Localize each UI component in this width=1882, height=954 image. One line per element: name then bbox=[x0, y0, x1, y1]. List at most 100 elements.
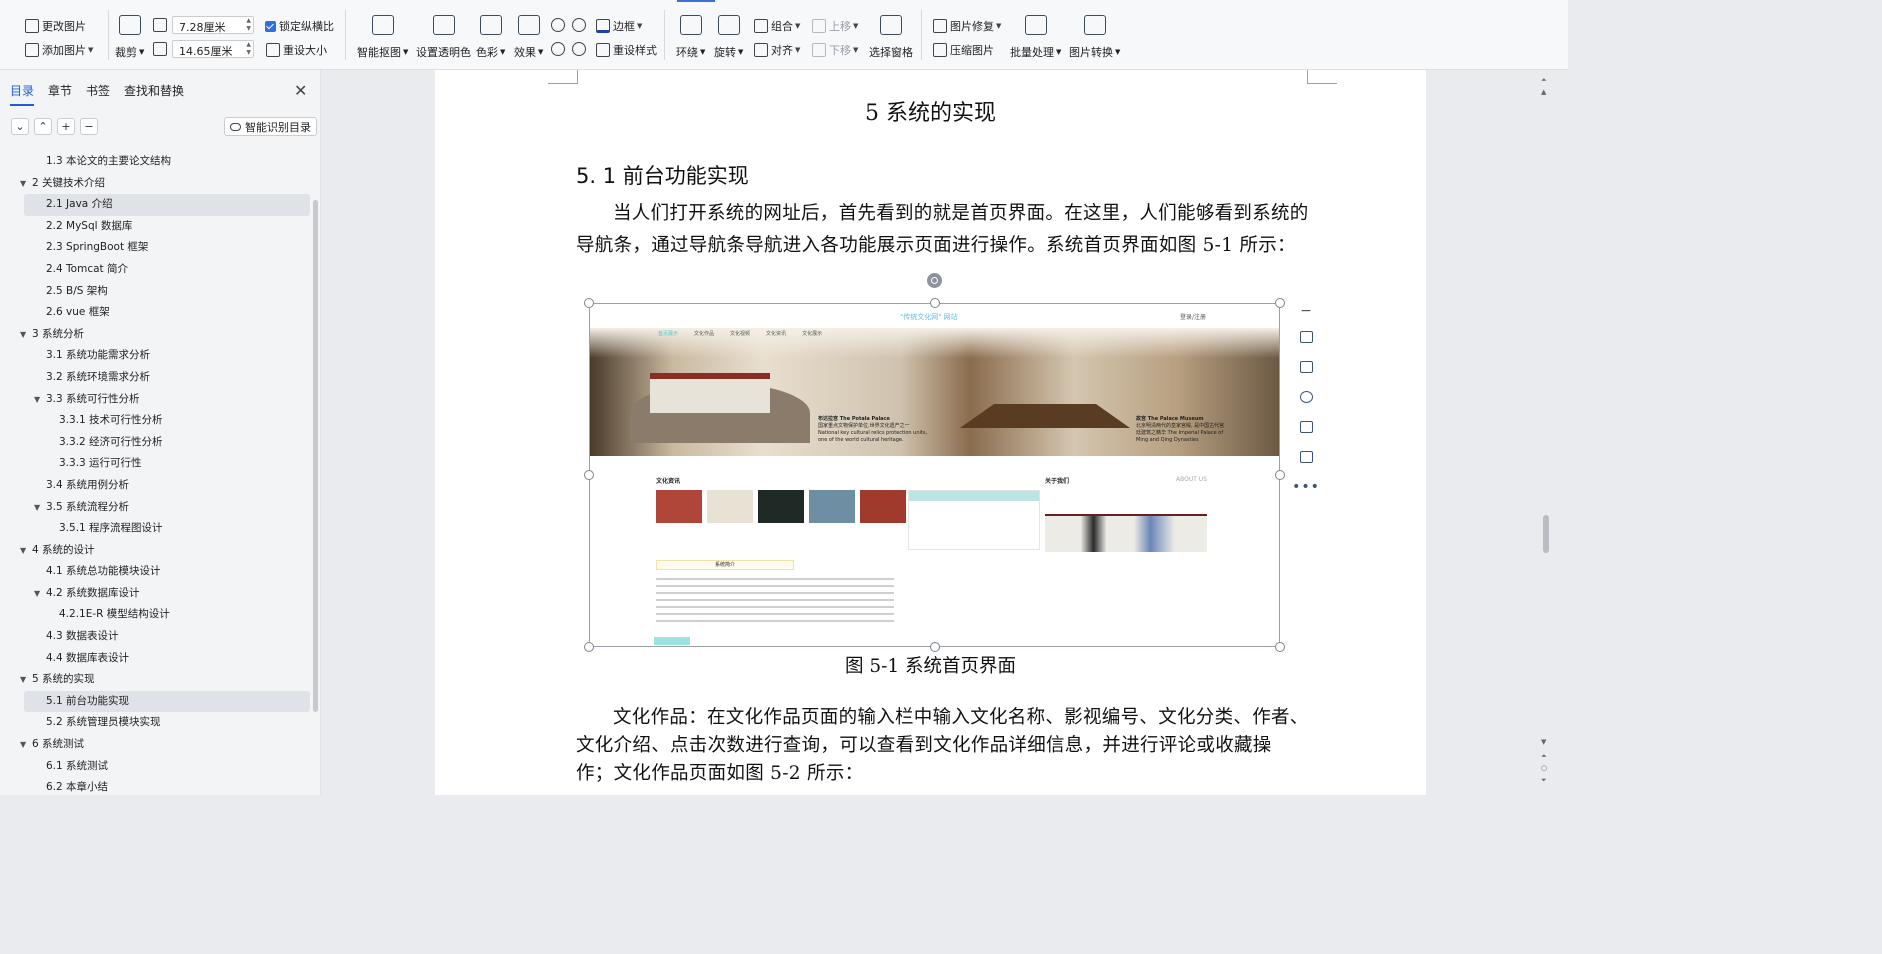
toc-item[interactable]: 3.3.1 技术可行性分析 bbox=[0, 410, 312, 432]
zoom-in-icon[interactable] bbox=[1294, 385, 1318, 409]
reset-style-button[interactable]: 重设样式 bbox=[596, 42, 657, 58]
toc-item[interactable]: 4.3 数据表设计 bbox=[0, 626, 312, 648]
resize-handle[interactable] bbox=[584, 298, 594, 308]
toc-item[interactable]: 4.1 系统总功能模块设计 bbox=[0, 561, 312, 583]
resize-handle[interactable] bbox=[1275, 470, 1285, 480]
crop-icon[interactable] bbox=[1294, 355, 1318, 379]
chevron-down-icon[interactable]: ⌄ bbox=[11, 118, 29, 135]
resize-handle[interactable] bbox=[930, 642, 940, 652]
lock-ratio-checkbox[interactable]: 锁定纵横比 bbox=[265, 18, 334, 34]
rotate-handle[interactable] bbox=[927, 273, 942, 288]
expand-triangle-icon[interactable]: ▼ bbox=[34, 389, 40, 411]
tab-toc[interactable]: 目录 bbox=[10, 82, 35, 106]
expand-triangle-icon[interactable]: ▼ bbox=[20, 324, 26, 346]
brightness-down-button[interactable] bbox=[551, 42, 568, 56]
toc-item[interactable]: 6.2 本章小结 bbox=[0, 777, 312, 799]
toc-item[interactable]: 2.2 MySql 数据库 bbox=[0, 216, 312, 238]
color-button[interactable]: 色彩 ▼ bbox=[476, 15, 505, 60]
move-up-button[interactable]: 上移 ▼ bbox=[812, 18, 858, 34]
scroll-up-icon[interactable]: ▲ bbox=[1541, 88, 1546, 96]
previous-page-icon[interactable]: ⏶ bbox=[1541, 752, 1547, 761]
smart-matting-button[interactable]: 智能抠图 ▼ bbox=[357, 15, 408, 60]
tab-bookmarks[interactable]: 书签 bbox=[86, 82, 110, 106]
tab-chapters[interactable]: 章节 bbox=[48, 82, 72, 106]
batch-process-button[interactable]: 批量处理 ▼ bbox=[1010, 15, 1061, 60]
compress-picture-button[interactable]: 压缩图片 bbox=[933, 42, 994, 58]
toc-item[interactable]: 3.4 系统用例分析 bbox=[0, 475, 312, 497]
expand-triangle-icon[interactable]: ▼ bbox=[20, 669, 26, 691]
toc-item[interactable]: 4.4 数据库表设计 bbox=[0, 648, 312, 670]
scroll-top-icon[interactable]: ⏶ bbox=[1541, 76, 1547, 85]
toc-item[interactable]: ▼ 5 系统的实现 bbox=[0, 669, 312, 691]
resize-handle[interactable] bbox=[584, 642, 594, 652]
toc-item[interactable]: 2.1 Java 介绍 bbox=[24, 194, 310, 216]
expand-triangle-icon[interactable]: ▼ bbox=[34, 497, 40, 519]
plus-icon[interactable]: + bbox=[57, 118, 75, 135]
toc-item[interactable]: 4.2.1E-R 模型结构设计 bbox=[0, 604, 312, 626]
toc-item[interactable]: 1.3 本论文的主要论文结构 bbox=[0, 151, 312, 173]
extract-text-icon[interactable] bbox=[1294, 445, 1318, 469]
navigation-scrollbar[interactable] bbox=[313, 200, 318, 712]
document-scrollbar[interactable]: ⏶ ▲ ▼ ⏶ ○ ⏷ bbox=[1538, 70, 1568, 795]
next-page-icon[interactable]: ⏷ bbox=[1541, 776, 1547, 785]
rotate-button[interactable]: 旋转 ▼ bbox=[714, 15, 743, 60]
toc-item[interactable]: 3.1 系统功能需求分析 bbox=[0, 345, 312, 367]
resize-handle[interactable] bbox=[584, 470, 594, 480]
brightness-up-button[interactable] bbox=[551, 18, 568, 32]
align-button[interactable]: 对齐 ▼ bbox=[754, 42, 800, 58]
scroll-down-icon[interactable]: ▼ bbox=[1541, 738, 1546, 746]
scrollbar-thumb[interactable] bbox=[1543, 515, 1549, 553]
toc-item[interactable]: 2.6 vue 框架 bbox=[0, 302, 312, 324]
height-input[interactable]: 14.65厘米 ▲ ▼ bbox=[172, 40, 254, 58]
resize-handle[interactable] bbox=[1275, 298, 1285, 308]
resize-handle[interactable] bbox=[930, 298, 940, 308]
effects-button[interactable]: 效果 ▼ bbox=[514, 15, 543, 60]
expand-triangle-icon[interactable]: ▼ bbox=[20, 734, 26, 756]
tab-find-replace[interactable]: 查找和替换 bbox=[124, 82, 184, 106]
toc-item[interactable]: ▼ 2 关键技术介绍 bbox=[0, 173, 312, 195]
wrap-layout-icon[interactable] bbox=[1294, 325, 1318, 349]
close-icon[interactable]: ✕ bbox=[294, 81, 307, 100]
border-button[interactable]: 边框 ▼ bbox=[596, 18, 642, 34]
collapse-icon[interactable]: − bbox=[1294, 299, 1318, 323]
toc-item[interactable]: 2.5 B/S 架构 bbox=[0, 281, 312, 303]
chevron-up-icon[interactable]: ⌃ bbox=[34, 118, 52, 135]
toc-item[interactable]: ▼ 3.3 系统可行性分析 bbox=[0, 389, 312, 411]
toc-item[interactable]: 6.1 系统测试 bbox=[0, 756, 312, 778]
expand-triangle-icon[interactable]: ▼ bbox=[20, 540, 26, 562]
wrap-button[interactable]: 环绕 ▼ bbox=[676, 15, 705, 60]
width-input[interactable]: 7.28厘米 ▲ ▼ bbox=[172, 16, 254, 34]
picture-repair-button[interactable]: 图片修复 ▼ bbox=[933, 18, 1001, 34]
contrast-down-button[interactable] bbox=[572, 42, 589, 56]
change-picture-button[interactable]: 更改图片 bbox=[25, 18, 86, 34]
toc-item[interactable]: 3.2 系统环境需求分析 bbox=[0, 367, 312, 389]
select-browse-icon[interactable]: ○ bbox=[1541, 764, 1547, 772]
toc-item[interactable]: ▼ 3 系统分析 bbox=[0, 324, 312, 346]
picture-convert-button[interactable]: 图片转换 ▼ bbox=[1069, 15, 1120, 60]
group-button[interactable]: 组合 ▼ bbox=[754, 18, 800, 34]
contrast-button[interactable] bbox=[572, 18, 589, 32]
toc-item[interactable]: 3.3.3 运行可行性 bbox=[0, 453, 312, 475]
embedded-picture-homepage[interactable]: "传统文化网" 网站 登录/注册 布达拉宫 The Potala Palace … bbox=[589, 303, 1280, 647]
add-picture-button[interactable]: 添加图片 ▼ bbox=[25, 42, 93, 58]
minus-icon[interactable]: − bbox=[80, 118, 98, 135]
expand-triangle-icon[interactable]: ▼ bbox=[20, 173, 26, 195]
toc-item[interactable]: 2.3 SpringBoot 框架 bbox=[0, 237, 312, 259]
more-icon[interactable]: ••• bbox=[1292, 475, 1319, 499]
toc-item[interactable]: 3.5.1 程序流程图设计 bbox=[0, 518, 312, 540]
toc-item[interactable]: 5.2 系统管理员模块实现 bbox=[0, 712, 312, 734]
expand-triangle-icon[interactable]: ▼ bbox=[34, 583, 40, 605]
toc-item[interactable]: ▼ 3.5 系统流程分析 bbox=[0, 497, 312, 519]
resize-handle[interactable] bbox=[1275, 642, 1285, 652]
copy-icon[interactable] bbox=[1294, 415, 1318, 439]
crop-button[interactable]: 裁剪 ▼ bbox=[115, 15, 144, 60]
toc-item[interactable]: ▼ 4 系统的设计 bbox=[0, 540, 312, 562]
toc-item[interactable]: ▼ 4.2 系统数据库设计 bbox=[0, 583, 312, 605]
toc-item[interactable]: 5.1 前台功能实现 bbox=[24, 690, 310, 713]
selection-pane-button[interactable]: 选择窗格 bbox=[869, 15, 913, 60]
reset-size-button[interactable]: 重设大小 bbox=[266, 42, 327, 58]
toc-item[interactable]: ▼ 6 系统测试 bbox=[0, 734, 312, 756]
move-down-button[interactable]: 下移 ▼ bbox=[812, 42, 858, 58]
set-transparent-button[interactable]: 设置透明色 bbox=[416, 15, 471, 60]
toc-item[interactable]: 3.3.2 经济可行性分析 bbox=[0, 432, 312, 454]
